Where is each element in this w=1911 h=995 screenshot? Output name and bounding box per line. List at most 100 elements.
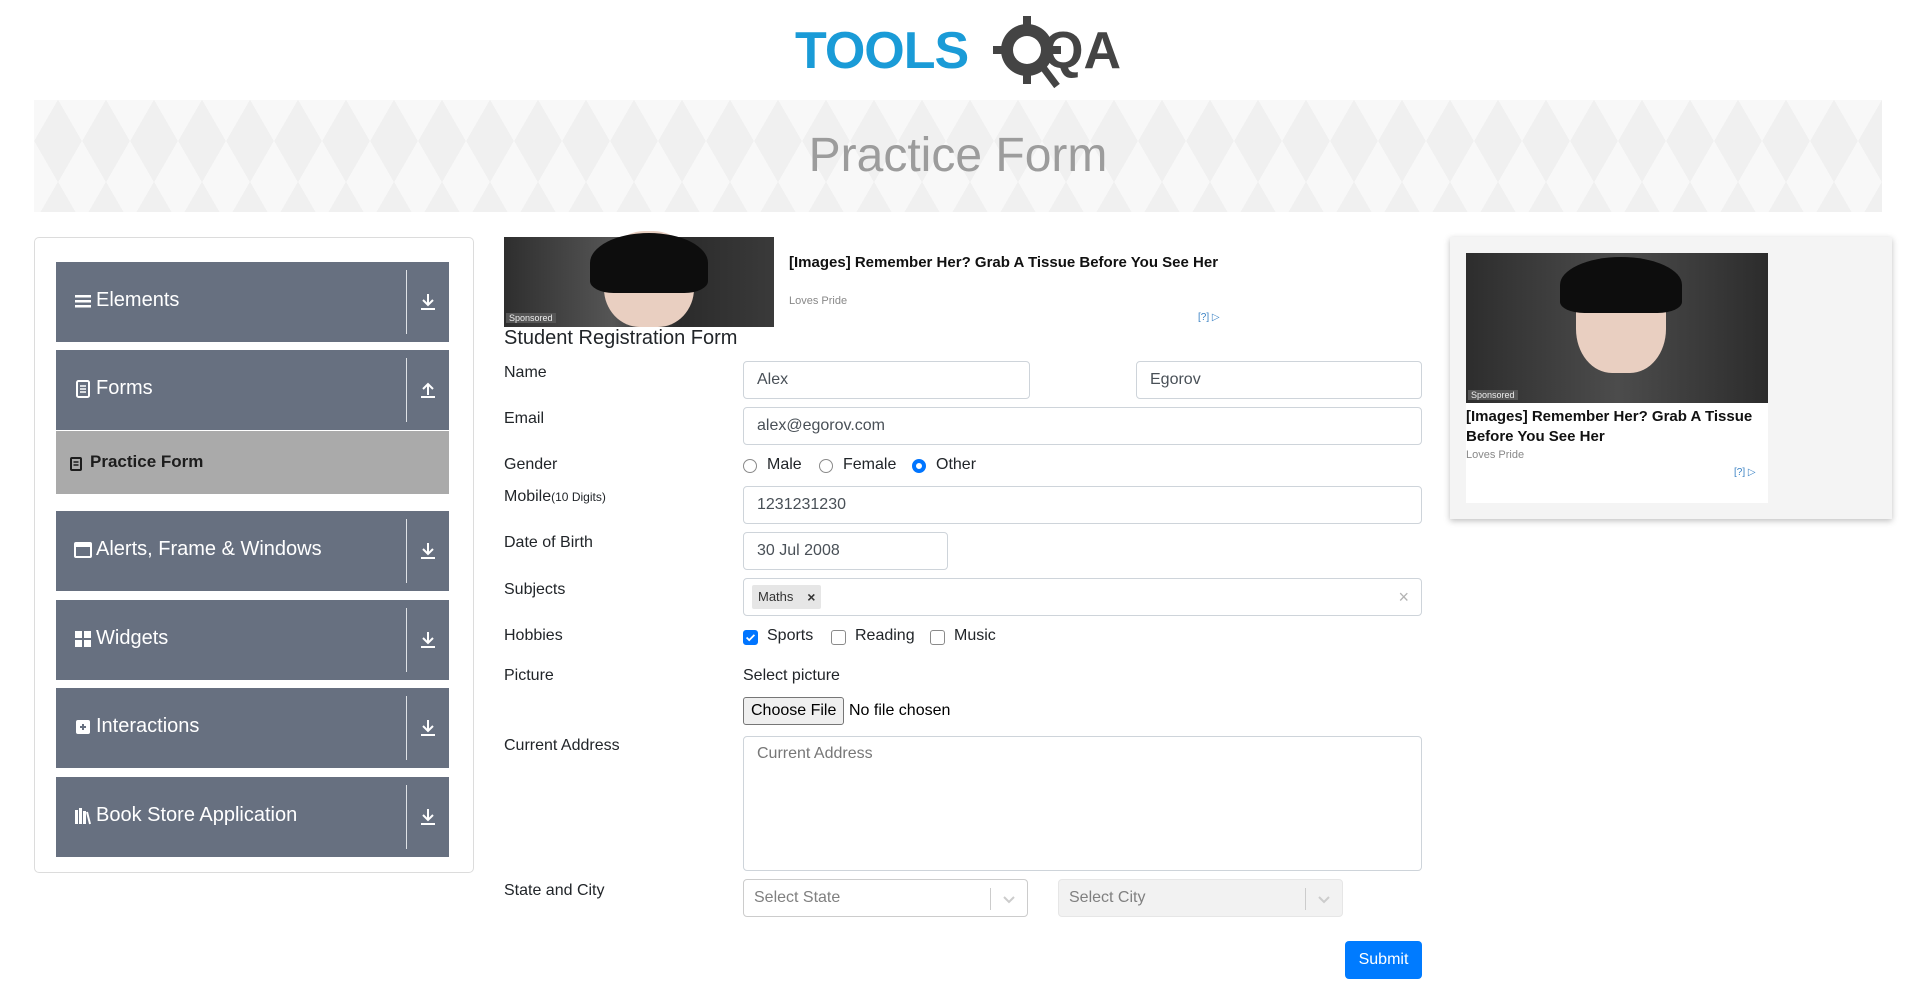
ad-source: Loves Pride [789, 295, 848, 307]
sidebar-group-label: Widgets [96, 627, 169, 649]
ad-source: Loves Pride [1466, 449, 1525, 461]
ad-image[interactable]: Sponsored [1466, 253, 1768, 403]
city-placeholder: Select City [1069, 889, 1146, 906]
state-select[interactable]: Select State [743, 879, 1028, 917]
radio-circle[interactable] [819, 459, 833, 473]
gender-radio-female[interactable]: Female [819, 456, 896, 474]
divider [1305, 888, 1306, 910]
ad-image[interactable]: Sponsored [504, 231, 774, 327]
hobby-checkbox-sports[interactable]: Sports [743, 627, 813, 645]
right-advertisement[interactable]: Sponsored [Images] Remember Her? Grab A … [1450, 237, 1892, 519]
sidebar-item-practice-form[interactable]: Practice Form [56, 431, 449, 494]
subjects-input[interactable]: Maths × × [743, 578, 1422, 616]
subject-chip-label: Maths [758, 589, 794, 604]
sidebar-group-label: Book Store Application [96, 804, 298, 826]
sidebar-group-widgets[interactable]: Widgets [56, 600, 449, 680]
sponsored-tag: Sponsored [506, 313, 556, 323]
sidebar-group-label: Elements [96, 289, 180, 311]
city-select[interactable]: Select City [1058, 879, 1343, 917]
sidebar-group-book-store[interactable]: Book Store Application [56, 777, 449, 857]
gender-radio-other[interactable]: Other [912, 456, 976, 474]
sidebar-group-alerts-frame-windows[interactable]: Alerts, Frame & Windows [56, 511, 449, 591]
upload-arrow-icon [421, 382, 435, 398]
form-title: Student Registration Form [504, 327, 738, 349]
mobile-label-text: Mobile [504, 488, 552, 505]
first-name-input[interactable]: Alex [743, 361, 1030, 399]
divider [990, 888, 991, 910]
ad-choices-icon[interactable]: [?] ▷ [1734, 467, 1756, 478]
submit-button[interactable]: Submit [1345, 941, 1422, 979]
page-banner: Practice Form [34, 100, 1882, 212]
radio-circle-selected[interactable] [912, 459, 926, 473]
address-label: Current Address [504, 737, 620, 754]
state-placeholder: Select State [754, 889, 841, 906]
mobile-hint: (10 Digits) [551, 490, 606, 504]
checkbox-label: Music [954, 627, 996, 644]
file-status: No file chosen [849, 702, 951, 719]
sidebar-item-label: Practice Form [90, 452, 204, 471]
state-city-label: State and City [504, 882, 605, 899]
download-arrow-icon [421, 632, 435, 648]
toolsqa-logo[interactable]: TOOLS QA [795, 14, 1125, 94]
radio-circle[interactable] [743, 459, 757, 473]
remove-chip-icon[interactable]: × [807, 585, 815, 609]
books-icon [75, 808, 91, 825]
email-input[interactable]: alex@egorov.com [743, 407, 1422, 445]
sidebar-group-label: Alerts, Frame & Windows [96, 538, 322, 560]
picture-label: Picture [504, 667, 554, 684]
page-title: Practice Form [808, 129, 1108, 182]
current-address-textarea[interactable]: Current Address [743, 736, 1422, 871]
divider [406, 696, 407, 760]
email-label: Email [504, 410, 545, 427]
subject-chip: Maths × [752, 585, 822, 609]
picture-hint: Select picture [743, 667, 840, 684]
hamburger-icon [75, 295, 91, 308]
ad-hair-shape [590, 233, 708, 293]
checkbox[interactable] [831, 630, 846, 645]
sidebar: Elements Forms Practice Form Alerts, Fra… [34, 237, 474, 873]
sidebar-group-elements[interactable]: Elements [56, 262, 449, 342]
clear-all-icon[interactable]: × [1398, 587, 1409, 608]
download-arrow-icon [421, 809, 435, 825]
download-arrow-icon [421, 720, 435, 736]
radio-label: Male [767, 456, 802, 473]
mobile-input[interactable]: 1231231230 [743, 486, 1422, 524]
divider [406, 519, 407, 583]
sidebar-group-interactions[interactable]: Interactions [56, 688, 449, 768]
name-label: Name [504, 364, 547, 381]
checkbox[interactable] [930, 630, 945, 645]
ad-headline[interactable]: [Images] Remember Her? Grab A Tissue Bef… [1466, 407, 1756, 447]
ad-choices-label: [?] [1198, 312, 1210, 323]
dob-input[interactable]: 30 Jul 2008 [743, 532, 948, 570]
divider [406, 785, 407, 849]
choose-file-button[interactable]: Choose File [743, 697, 845, 725]
ad-choices-icon[interactable]: [?] ▷ [1198, 312, 1220, 323]
gender-radio-male[interactable]: Male [743, 456, 802, 474]
hobby-checkbox-music[interactable]: Music [930, 627, 996, 645]
chevron-down-icon[interactable] [1316, 891, 1332, 907]
last-name-input[interactable]: Egorov [1136, 361, 1422, 399]
window-icon [74, 542, 92, 558]
ad-choices-label: [?] [1734, 467, 1746, 478]
sidebar-group-forms[interactable]: Forms [56, 350, 449, 430]
ad-hair-shape [1560, 257, 1682, 313]
gender-label: Gender [504, 456, 558, 473]
ad-headline[interactable]: [Images] Remember Her? Grab A Tissue Bef… [789, 253, 1229, 273]
sidebar-group-label: Forms [96, 377, 153, 399]
divider [406, 270, 407, 334]
logo-qa-text: QA [1043, 22, 1121, 80]
checkbox-checked[interactable] [743, 630, 758, 645]
radio-label: Other [936, 456, 977, 473]
widgets-icon [75, 631, 91, 647]
hobby-checkbox-reading[interactable]: Reading [831, 627, 915, 645]
sponsored-tag: Sponsored [1468, 390, 1518, 400]
divider [406, 608, 407, 672]
subjects-label: Subjects [504, 581, 566, 598]
dob-label: Date of Birth [504, 534, 593, 551]
mobile-label: Mobile(10 Digits) [504, 488, 606, 506]
top-advertisement[interactable]: Sponsored [Images] Remember Her? Grab A … [504, 231, 1234, 327]
chevron-down-icon[interactable] [1001, 891, 1017, 907]
interactions-icon [76, 720, 90, 734]
document-icon [70, 457, 82, 471]
download-arrow-icon [421, 294, 435, 310]
